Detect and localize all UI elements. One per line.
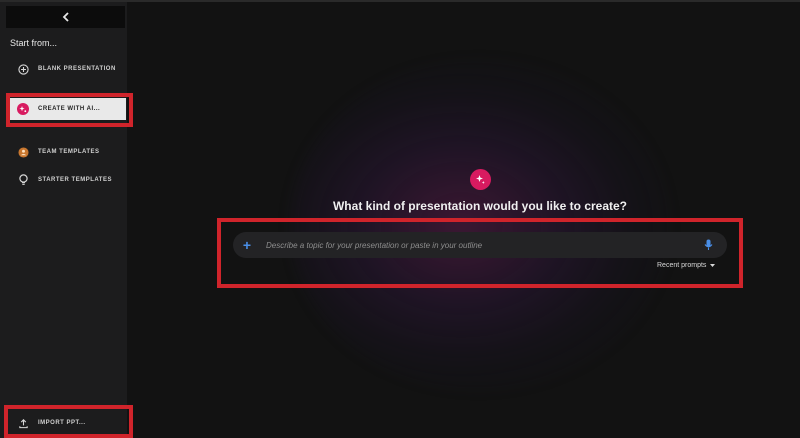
- lightbulb-icon: [16, 173, 30, 187]
- import-ppt-label: IMPORT PPT...: [38, 420, 86, 426]
- start-from-label: Start from...: [10, 38, 58, 48]
- sidebar-item-label: TEAM TEMPLATES: [38, 149, 100, 155]
- sidebar-item-blank-presentation[interactable]: BLANK PRESENTATION: [10, 58, 126, 80]
- caret-down-icon: [710, 263, 716, 267]
- prompt-input[interactable]: [264, 239, 701, 251]
- upload-icon: [16, 416, 30, 430]
- ai-sparkle-icon: [470, 169, 491, 190]
- prompt-box: +: [233, 232, 727, 258]
- sidebar-item-label: STARTER TEMPLATES: [38, 177, 112, 183]
- sidebar: Start from... BLANK PRESENTATION CREATE …: [0, 2, 127, 438]
- page-title: What kind of presentation would you like…: [332, 199, 628, 213]
- recent-prompts-dropdown[interactable]: Recent prompts: [657, 262, 716, 269]
- import-ppt-button[interactable]: IMPORT PPT...: [10, 412, 126, 434]
- microphone-icon[interactable]: [701, 238, 715, 252]
- ai-sparkle-icon: [16, 102, 30, 116]
- sidebar-item-label: BLANK PRESENTATION: [38, 66, 116, 72]
- recent-prompts-label: Recent prompts: [657, 262, 707, 269]
- sidebar-item-label: CREATE WITH AI...: [38, 106, 101, 112]
- sidebar-item-starter-templates[interactable]: STARTER TEMPLATES: [10, 169, 126, 191]
- sidebar-item-create-with-ai[interactable]: CREATE WITH AI...: [10, 98, 126, 120]
- chevron-left-icon: [62, 12, 69, 22]
- plus-circle-icon: [16, 62, 30, 76]
- background-glow: [290, 60, 670, 390]
- add-attachment-icon[interactable]: +: [240, 238, 254, 252]
- sidebar-item-team-templates[interactable]: TEAM TEMPLATES: [10, 141, 126, 163]
- collapse-sidebar-button[interactable]: [6, 6, 125, 28]
- team-icon: [16, 145, 30, 159]
